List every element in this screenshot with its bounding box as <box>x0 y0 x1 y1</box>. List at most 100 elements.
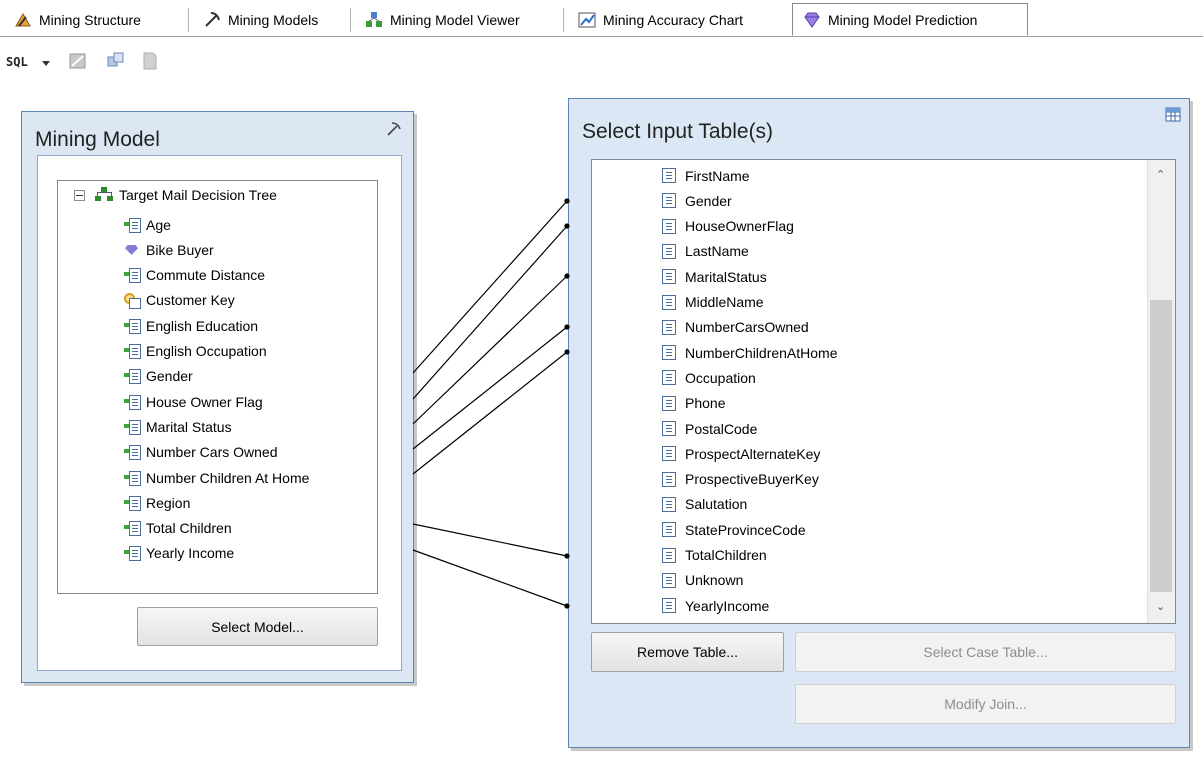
input-column-item[interactable]: ProspectAlternateKey <box>662 441 820 466</box>
model-column-item[interactable]: English Occupation <box>124 339 267 364</box>
result-icon[interactable] <box>140 51 160 71</box>
input-column-label: HouseOwnerFlag <box>685 218 794 235</box>
input-column-label: ProspectAlternateKey <box>685 445 821 462</box>
predict-column-icon <box>124 242 140 258</box>
input-column-label: Gender <box>685 192 732 209</box>
switch-view-icon[interactable] <box>68 51 88 71</box>
select-case-table-button[interactable]: Select Case Table... <box>795 632 1176 672</box>
model-column-label: Commute Distance <box>146 267 266 284</box>
model-column-item[interactable]: Customer Key <box>124 288 235 313</box>
input-column-item[interactable]: FirstName <box>662 163 750 188</box>
input-column-label: TotalChildren <box>685 547 767 563</box>
model-column-item[interactable]: Number Cars Owned <box>124 440 278 465</box>
model-column-item[interactable]: Total Children <box>124 516 232 541</box>
tab-label: Mining Models <box>228 11 319 28</box>
input-column-icon <box>124 444 141 461</box>
scroll-down-icon[interactable]: ⌄ <box>1156 600 1165 613</box>
model-column-label: Customer Key <box>146 292 235 309</box>
model-column-label: English Occupation <box>146 343 267 359</box>
tab-mining-structure[interactable]: Mining Structure <box>4 4 149 35</box>
table-icon <box>1165 107 1181 126</box>
pickaxe-icon <box>385 120 403 141</box>
input-column-label: MaritalStatus <box>685 268 767 285</box>
table-column-icon <box>662 395 676 411</box>
input-column-label: NumberCarsOwned <box>685 319 809 336</box>
tab-mining-model-prediction[interactable]: Mining Model Prediction <box>792 3 1028 36</box>
remove-table-button[interactable]: Remove Table... <box>591 632 784 672</box>
modify-join-button[interactable]: Modify Join... <box>795 684 1176 724</box>
table-column-icon <box>662 598 676 614</box>
input-column-item[interactable]: TotalChildren <box>662 543 767 568</box>
table-column-icon <box>662 294 676 310</box>
input-column-label: Unknown <box>685 572 744 589</box>
tab-mining-accuracy-chart[interactable]: Mining Accuracy Chart <box>568 4 751 35</box>
table-column-icon <box>662 168 676 183</box>
input-column-item[interactable]: Occupation <box>662 365 756 390</box>
input-column-item[interactable]: NumberCarsOwned <box>662 315 809 340</box>
table-column-icon <box>662 243 676 259</box>
table-column-icon <box>662 345 676 361</box>
model-column-item[interactable]: Gender <box>124 364 193 389</box>
tab-mining-models[interactable]: Mining Models <box>193 4 326 35</box>
panel-title: Mining Model <box>35 128 160 151</box>
input-column-item[interactable]: NumberChildrenAtHome <box>662 340 838 365</box>
model-column-label: Bike Buyer <box>146 241 214 258</box>
input-column-item[interactable]: StateProvinceCode <box>662 517 806 542</box>
input-table-column-list[interactable]: FirstName Gender HouseOwnerFlag LastName Mar… <box>591 159 1176 624</box>
model-column-item[interactable]: House Owner Flag <box>124 389 263 414</box>
pickaxe-icon <box>203 11 221 29</box>
input-column-item[interactable]: MiddleName <box>662 290 764 315</box>
table-column-icon <box>662 522 676 538</box>
input-column-item[interactable]: Phone <box>662 391 725 416</box>
vertical-scrollbar[interactable]: ⌃ ⌄ <box>1147 160 1175 623</box>
mining-model-tree[interactable]: Target Mail Decision Tree Age Bike Buyer C… <box>57 180 378 594</box>
model-column-label: Total Children <box>146 520 232 537</box>
model-name: Target Mail Decision Tree <box>119 187 277 203</box>
prediction-toolbar: SQL <box>0 37 1203 89</box>
table-column-icon <box>662 421 676 436</box>
input-column-item[interactable]: Unknown <box>662 568 743 593</box>
input-column-item[interactable]: PostalCode <box>662 416 757 441</box>
input-column-item[interactable]: MaritalStatus <box>662 264 767 289</box>
singleton-query-icon[interactable] <box>106 51 126 71</box>
input-column-icon <box>124 470 141 486</box>
table-column-icon <box>662 471 676 487</box>
input-column-item[interactable]: Salutation <box>662 492 747 517</box>
model-column-item[interactable]: Bike Buyer <box>124 237 214 262</box>
input-column-icon <box>124 368 141 385</box>
input-column-item[interactable]: LastName <box>662 239 749 264</box>
model-column-item[interactable]: Number Children At Home <box>124 465 309 490</box>
input-column-icon <box>124 267 141 284</box>
input-column-label: ProspectiveBuyerKey <box>685 471 819 488</box>
input-column-item[interactable]: HouseOwnerFlag <box>662 214 794 239</box>
model-column-item[interactable]: Region <box>124 490 190 515</box>
chevron-down-icon[interactable] <box>42 61 50 66</box>
input-column-icon <box>124 318 141 334</box>
input-column-item[interactable]: YearlyIncome <box>662 593 769 618</box>
scroll-up-icon[interactable]: ⌃ <box>1156 168 1165 181</box>
tab-mining-model-viewer[interactable]: Mining Model Viewer <box>355 4 528 35</box>
model-column-item[interactable]: Marital Status <box>124 414 232 439</box>
select-model-button[interactable]: Select Model... <box>137 607 378 646</box>
input-column-icon <box>124 217 141 233</box>
input-column-icon <box>124 419 141 435</box>
model-column-label: Yearly Income <box>146 545 235 562</box>
table-column-icon <box>662 370 676 386</box>
model-column-item[interactable]: Yearly Income <box>124 541 234 566</box>
sql-view-button[interactable]: SQL <box>6 55 28 69</box>
input-column-label: PostalCode <box>685 420 758 437</box>
gem-icon <box>803 11 821 29</box>
input-column-label: FirstName <box>685 167 750 184</box>
model-column-label: Number Cars Owned <box>146 444 278 461</box>
collapse-icon[interactable] <box>74 189 85 201</box>
tree-root-node[interactable]: Target Mail Decision Tree <box>74 187 277 203</box>
model-column-item[interactable]: Age <box>124 212 171 237</box>
input-column-item[interactable]: Gender <box>662 188 732 213</box>
input-column-label: NumberChildrenAtHome <box>685 344 838 361</box>
tab-separator <box>350 8 351 32</box>
input-column-item[interactable]: ProspectiveBuyerKey <box>662 467 819 492</box>
model-column-label: Age <box>146 216 171 233</box>
model-column-item[interactable]: Commute Distance <box>124 263 265 288</box>
model-column-item[interactable]: English Education <box>124 313 258 338</box>
scrollbar-thumb[interactable] <box>1150 300 1172 592</box>
